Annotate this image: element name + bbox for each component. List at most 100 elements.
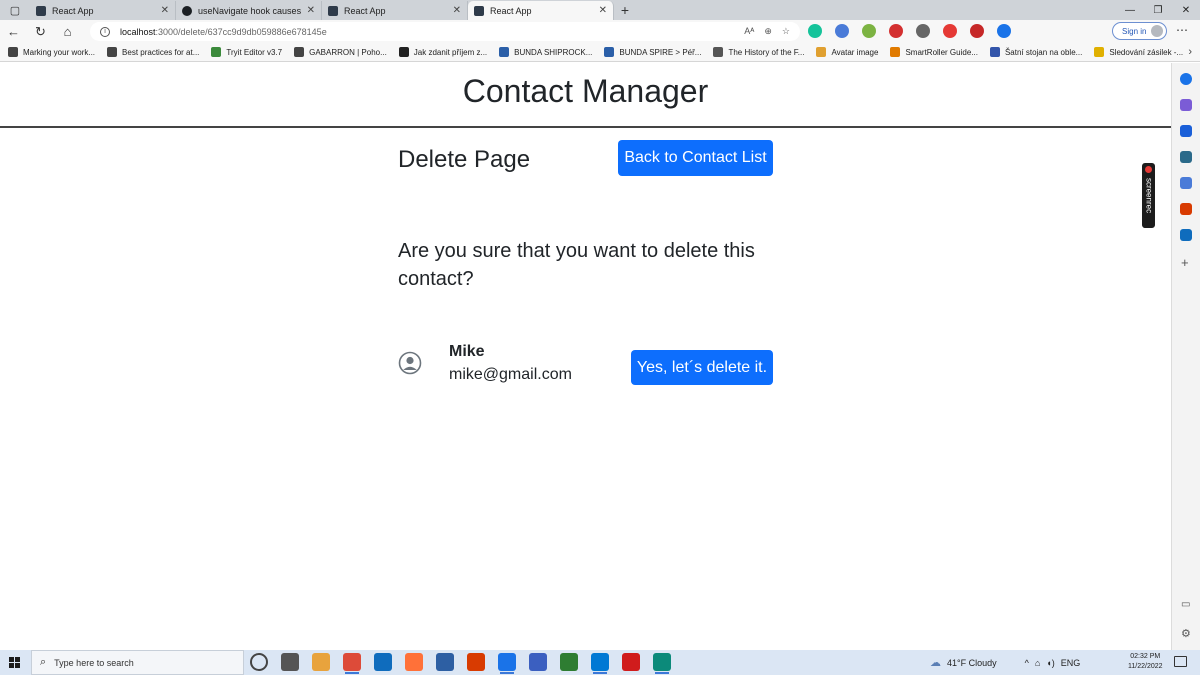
weather-text[interactable]: 41°F Cloudy	[947, 658, 997, 668]
bookmark-item[interactable]: GABARRON | Poho...	[294, 47, 387, 57]
clock-date: 11/22/2022	[1128, 663, 1163, 670]
close-icon[interactable]: ✕	[453, 5, 461, 16]
taskbar-app-icon[interactable]	[343, 653, 361, 674]
games-icon[interactable]	[1180, 177, 1192, 189]
taskbar-app-icon[interactable]	[436, 653, 454, 671]
shopping-icon[interactable]	[1180, 125, 1192, 137]
confirm-delete-button[interactable]: Yes, let´s delete it.	[631, 350, 773, 385]
taskbar-app-icon[interactable]	[374, 653, 392, 671]
taskbar-app-icon[interactable]	[405, 653, 423, 671]
close-icon[interactable]: ✕	[599, 5, 607, 16]
info-icon[interactable]: i	[100, 26, 110, 37]
back-arrow-icon[interactable]: ←	[0, 24, 27, 39]
taskbar-app-icon[interactable]	[653, 653, 671, 674]
contact-email: mike@gmail.com	[449, 366, 572, 383]
restore-icon[interactable]: ❐	[1144, 0, 1172, 20]
bookmark-label: Tryit Editor v3.7	[226, 47, 283, 57]
extension-icon[interactable]	[889, 24, 903, 38]
toolbar: ← ↻ ⌂ i localhost:3000/delete/637cc9d9db…	[0, 20, 1200, 43]
edge-sidebar: + ▭ ⚙	[1171, 63, 1200, 650]
bookmark-label: Best practices for at...	[122, 47, 200, 57]
extension-icon[interactable]	[835, 24, 849, 38]
taskbar-app-icon[interactable]	[560, 653, 578, 671]
extension-icon[interactable]	[997, 24, 1011, 38]
discover-icon[interactable]	[1180, 99, 1192, 111]
tray-chevron-icon[interactable]: ^	[1025, 658, 1029, 668]
bookmark-label: SmartRoller Guide...	[905, 47, 978, 57]
bookmark-item[interactable]: SmartRoller Guide...	[890, 47, 978, 57]
windows-start-icon[interactable]	[9, 657, 20, 668]
bookmark-favicon-icon	[604, 47, 615, 57]
read-aloud-icon[interactable]: Aᴬ	[744, 26, 754, 37]
bookmark-item[interactable]: Marking your work...	[8, 47, 95, 57]
extension-icon[interactable]	[862, 24, 876, 38]
bookmark-favicon-icon	[8, 47, 18, 57]
tab-title: React App	[52, 5, 94, 16]
browser-tab-active[interactable]: React App ✕	[468, 1, 614, 20]
browser-tab[interactable]: useNavigate hook causes waste ✕	[176, 1, 322, 20]
bookmark-item[interactable]: BUNDA SHIPROCK...	[499, 47, 592, 57]
volume-icon[interactable]: ◖)	[1046, 658, 1054, 668]
bookmark-label: The History of the F...	[728, 47, 805, 57]
network-icon[interactable]: ⌂	[1035, 658, 1040, 668]
zoom-icon[interactable]: ⊕	[764, 26, 772, 37]
more-menu-icon[interactable]: ⋯	[1176, 23, 1188, 37]
close-icon[interactable]: ✕	[307, 5, 315, 16]
tools-icon[interactable]	[1180, 151, 1192, 163]
extension-icon[interactable]	[808, 24, 822, 38]
bookmark-label: Šatní stojan na oble...	[1004, 47, 1083, 57]
new-tab-icon[interactable]: +	[614, 0, 636, 20]
outlook-icon[interactable]	[1180, 229, 1192, 241]
taskbar-search[interactable]: ⌕ Type here to search	[31, 650, 244, 675]
minimize-icon[interactable]: —	[1116, 0, 1144, 20]
bookmark-item[interactable]: Best practices for at...	[107, 47, 199, 57]
sign-in-button[interactable]: Sign in	[1112, 22, 1167, 40]
language-indicator[interactable]: ENG	[1061, 658, 1081, 668]
user-circle-icon	[398, 351, 422, 375]
screenrec-label: screenrec	[1144, 177, 1154, 214]
add-icon[interactable]: +	[1181, 255, 1189, 270]
address-bar[interactable]: i localhost:3000/delete/637cc9d9db059886…	[90, 22, 800, 41]
bookmark-label: Avatar image	[831, 47, 879, 57]
bookmark-item[interactable]: The History of the F...	[713, 47, 804, 57]
settings-gear-icon[interactable]: ⚙	[1181, 627, 1191, 640]
taskbar-app-icon[interactable]	[622, 653, 640, 671]
extension-icon[interactable]	[943, 24, 957, 38]
home-icon[interactable]: ⌂	[54, 24, 81, 39]
taskbar-app-icon[interactable]	[281, 653, 299, 671]
screenrec-badge[interactable]: screenrec	[1142, 163, 1155, 228]
chevron-right-icon[interactable]: ›	[1188, 46, 1192, 58]
close-icon[interactable]: ✕	[161, 5, 169, 16]
extension-icon[interactable]	[970, 24, 984, 38]
taskbar-app-icon[interactable]	[529, 653, 547, 671]
taskbar-app-icon[interactable]	[591, 653, 609, 674]
back-to-list-button[interactable]: Back to Contact List	[618, 140, 773, 176]
bookmark-item[interactable]: Tryit Editor v3.7	[211, 47, 282, 57]
bookmark-item[interactable]: Sledování zásilek -...	[1094, 47, 1183, 57]
taskbar-app-icon[interactable]	[312, 653, 330, 671]
tab-actions-icon[interactable]: ▢	[0, 0, 30, 20]
contact-name: Mike	[449, 343, 485, 360]
sidebar-toggle-icon[interactable]: ▭	[1181, 599, 1190, 610]
close-window-icon[interactable]: ✕	[1172, 0, 1200, 20]
taskbar-app-icon[interactable]	[467, 653, 485, 671]
bookmark-item[interactable]: Šatní stojan na oble...	[989, 47, 1083, 57]
taskbar-app-icon[interactable]	[498, 653, 516, 674]
bookmark-favicon-icon	[398, 47, 409, 57]
clock[interactable]: 02:32 PM 11/22/2022	[1128, 652, 1163, 672]
bookmark-label: BUNDA SHIPROCK...	[514, 47, 593, 57]
office-icon[interactable]	[1180, 203, 1192, 215]
favorite-add-icon[interactable]: ☆	[782, 26, 790, 37]
github-icon	[182, 5, 192, 16]
bookmark-item[interactable]: BUNDA SPIRE > Péř...	[604, 47, 701, 57]
taskbar-app-icon[interactable]	[250, 653, 268, 671]
reload-icon[interactable]: ↻	[27, 24, 54, 40]
browser-tab[interactable]: React App ✕	[30, 1, 176, 20]
notifications-icon[interactable]	[1174, 656, 1187, 667]
search-icon[interactable]	[1180, 73, 1192, 85]
bookmark-item[interactable]: Avatar image	[816, 47, 878, 57]
bookmark-item[interactable]: Jak zdanit příjem z...	[398, 47, 487, 57]
extension-icon[interactable]	[916, 24, 930, 38]
header-divider	[0, 126, 1171, 128]
browser-tab[interactable]: React App ✕	[322, 1, 468, 20]
